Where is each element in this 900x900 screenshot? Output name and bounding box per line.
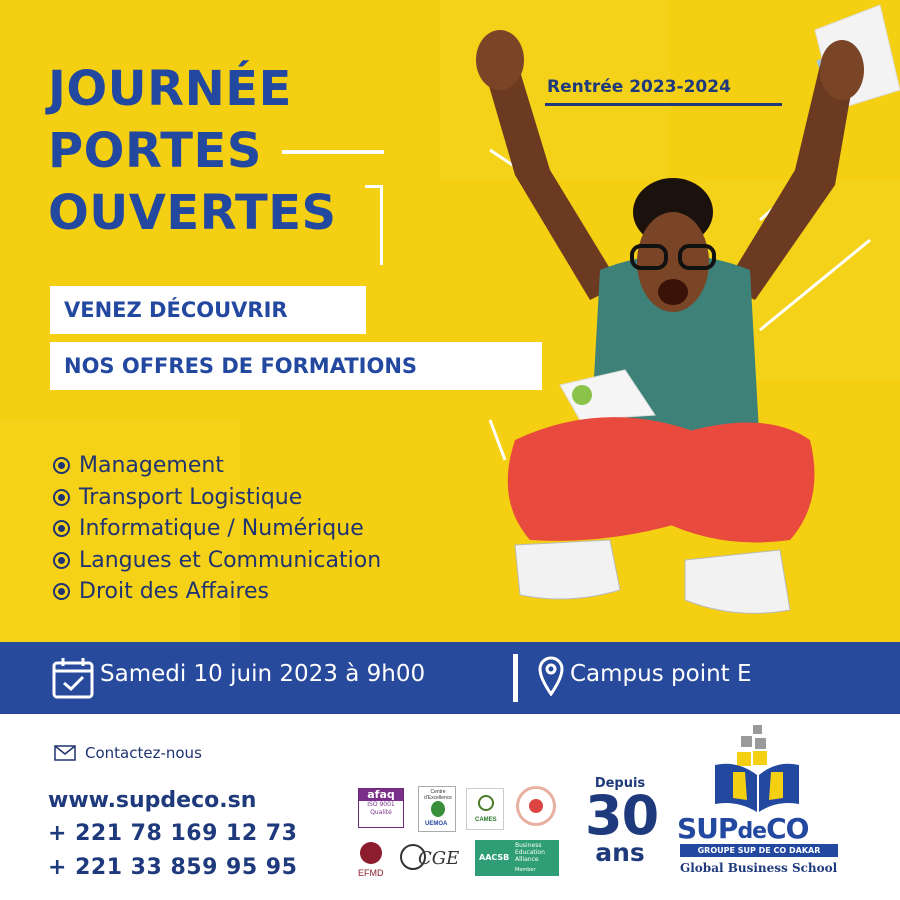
calendar-icon: [52, 658, 94, 699]
event-date: Samedi 10 juin 2023 à 9h00: [100, 661, 426, 687]
phone-number[interactable]: + 221 78 169 12 73: [48, 821, 297, 846]
seal-logo: [516, 786, 556, 826]
bullet-icon: [53, 583, 70, 601]
contact-label: Contactez-nous: [85, 744, 202, 762]
decorative-bracket: [365, 185, 383, 265]
bullet-icon: [53, 457, 70, 475]
list-item: Management: [50, 450, 381, 482]
contact-label-row: Contactez-nous: [54, 744, 202, 762]
title-line: OUVERTES: [48, 185, 337, 241]
efmd-logo: EFMD: [356, 842, 386, 882]
brand-tagline: Global Business School: [680, 861, 838, 875]
bullet-icon: [53, 551, 70, 569]
cge-logo: CGE: [398, 842, 459, 878]
course-label: Informatique / Numérique: [79, 516, 364, 542]
hero-section: JOURNÉE PORTES OUVERTES Rentrée 2023-202…: [0, 0, 900, 642]
event-location: Campus point E: [570, 661, 752, 687]
list-item: Informatique / Numérique: [50, 513, 381, 545]
website-link[interactable]: www.supdeco.sn: [48, 788, 256, 813]
list-item: Droit des Affaires: [50, 576, 381, 608]
student-photo: [476, 4, 900, 614]
list-item: Langues et Communication: [50, 545, 381, 577]
course-label: Droit des Affaires: [79, 579, 270, 605]
supdeco-logo: SUPdeCO GROUPE SUP DE CO DAKAR Global Bu…: [675, 720, 845, 890]
course-label: Management: [79, 453, 224, 479]
divider: [513, 654, 518, 702]
decorative-line: [282, 150, 384, 154]
envelope-icon: [54, 745, 76, 761]
location-pin-icon: [538, 656, 564, 696]
title-line: JOURNÉE: [48, 61, 292, 117]
anniversary-badge: Depuis 30 ans: [585, 776, 659, 867]
course-list: Management Transport Logistique Informat…: [50, 450, 381, 608]
accreditation-logos: afaq ISO 9001 Qualité Centre d'Excellenc…: [350, 780, 565, 890]
bullet-icon: [53, 520, 70, 538]
anniversary-unit: ans: [595, 838, 645, 867]
cames-logo: CAMES: [466, 788, 504, 830]
phone-number[interactable]: + 221 33 859 95 95: [48, 855, 297, 880]
uemoa-logo: Centre d'Excellence UEMOA: [418, 786, 456, 832]
book-emblem-icon: [715, 725, 799, 812]
course-label: Langues et Communication: [79, 547, 382, 573]
course-label: Transport Logistique: [79, 484, 303, 510]
list-item: Transport Logistique: [50, 482, 381, 514]
afaq-logo: afaq ISO 9001 Qualité: [358, 788, 404, 828]
discover-banner: VENEZ DÉCOUVRIR: [50, 286, 366, 334]
brand-name: SUPdeCO: [677, 812, 809, 845]
bullet-icon: [53, 488, 70, 506]
group-label: GROUPE SUP DE CO DAKAR: [680, 844, 838, 857]
aacsb-logo: AACSB Business Education Alliance Member: [475, 840, 559, 876]
event-info-bar: Samedi 10 juin 2023 à 9h00 Campus point …: [0, 642, 900, 714]
anniversary-number: 30: [585, 784, 659, 847]
